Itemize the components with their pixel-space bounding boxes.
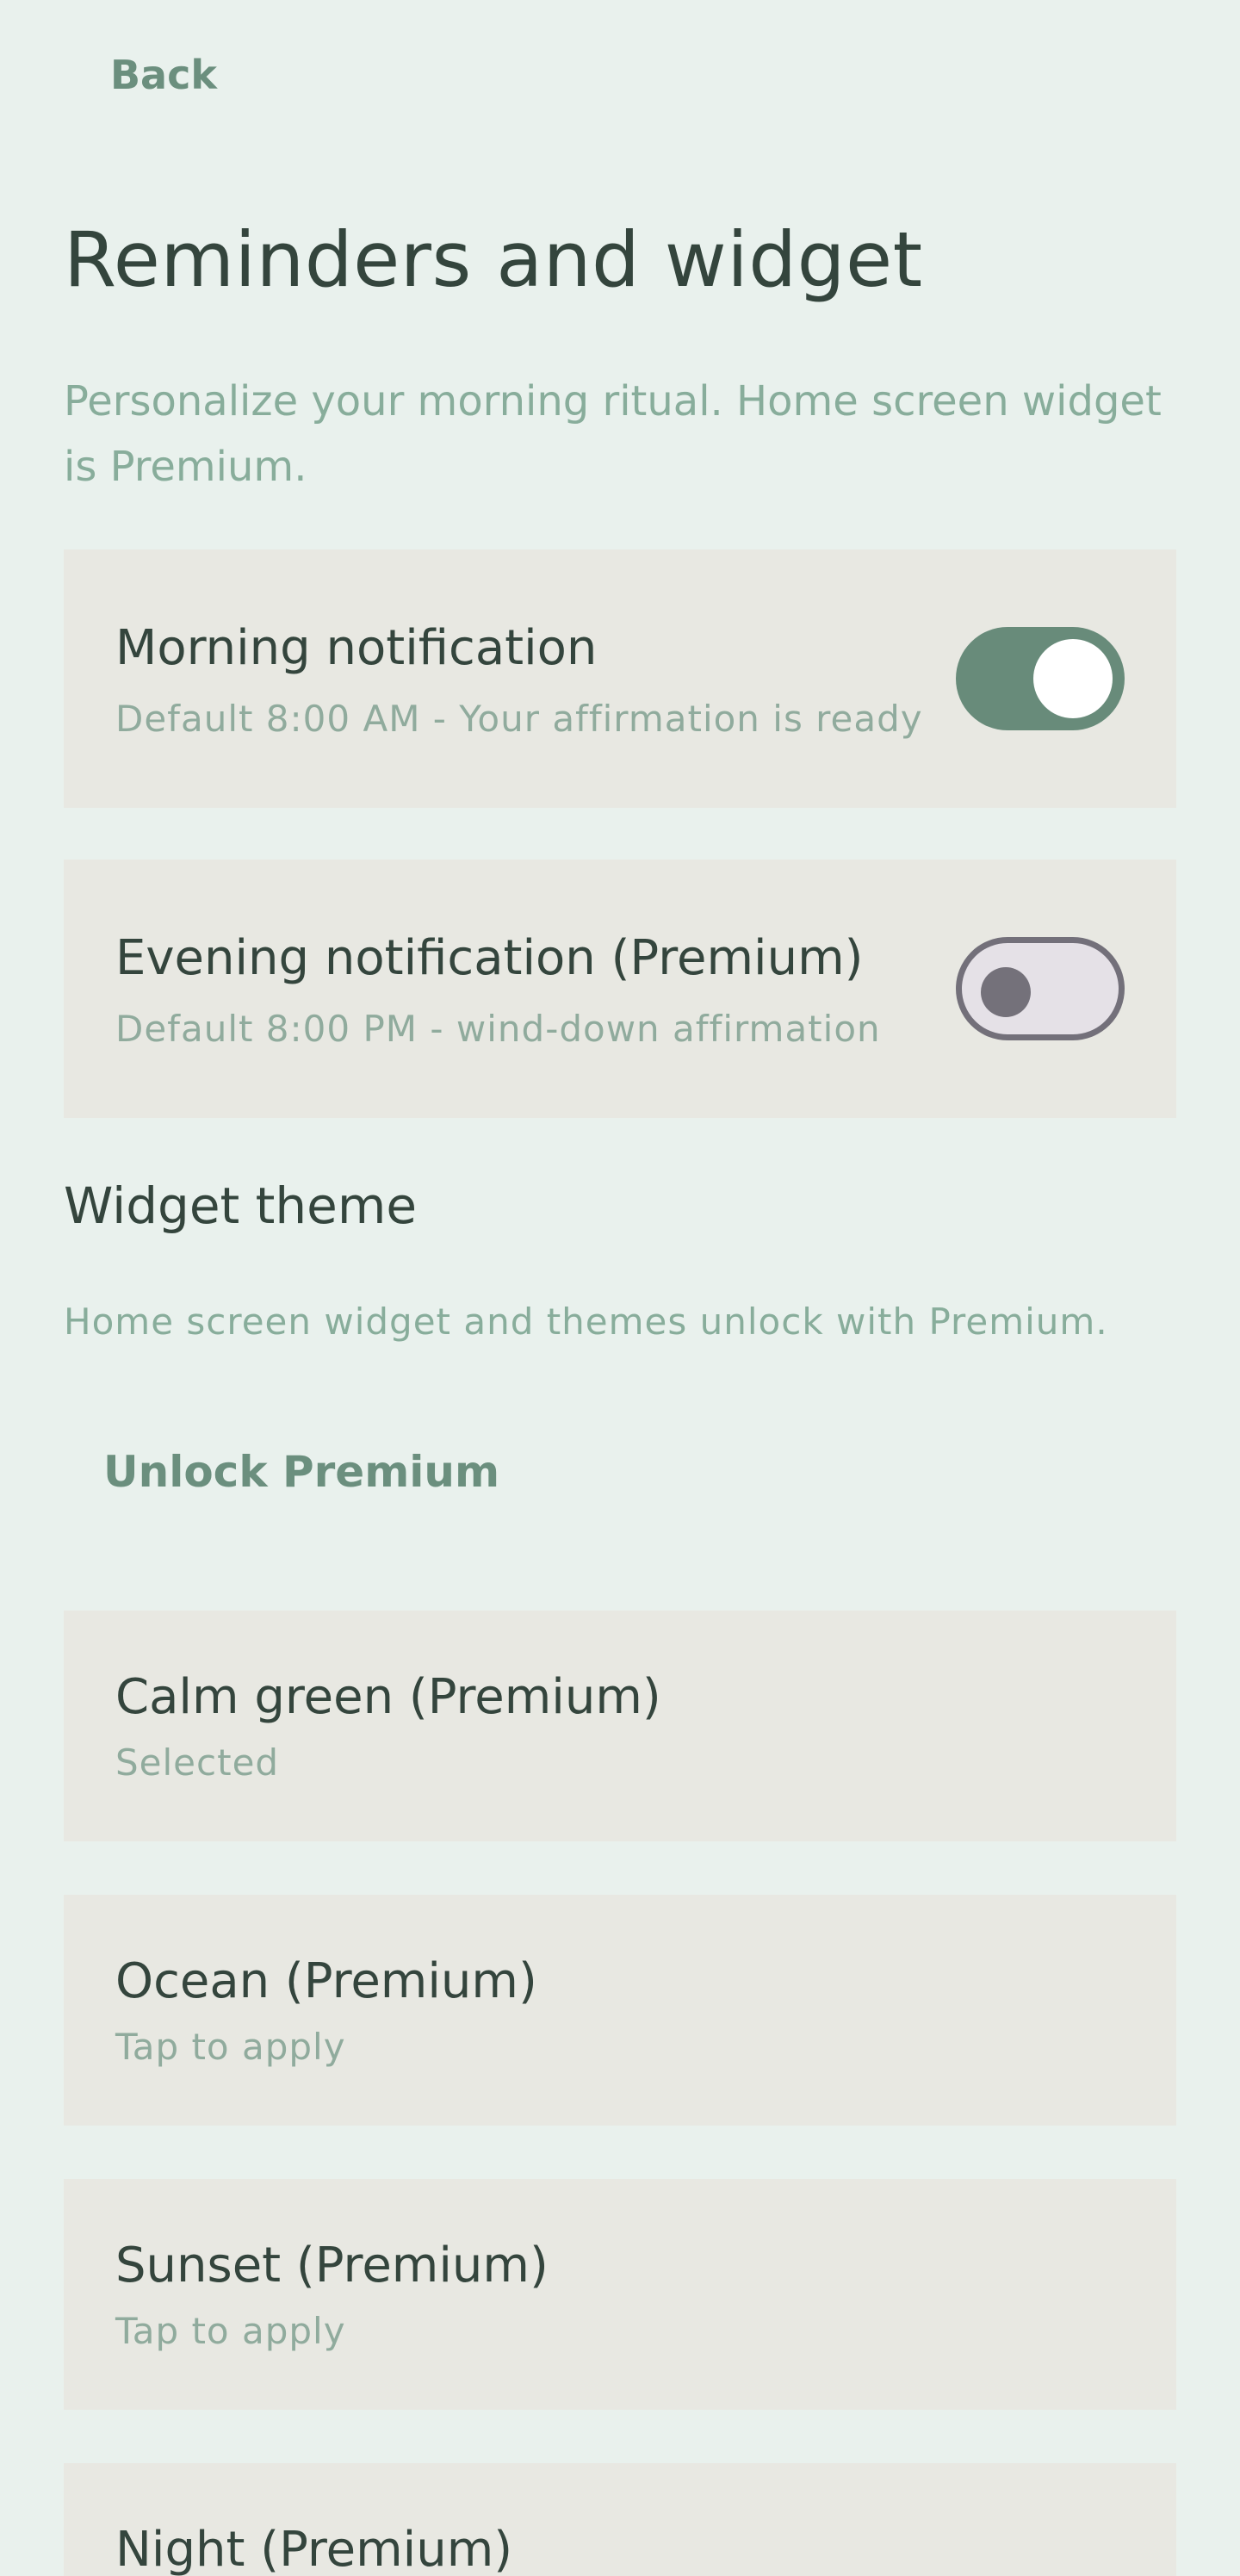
widget-theme-note: Home screen widget and themes unlock wit… xyxy=(64,1300,1108,1343)
morning-notification-subtitle: Default 8:00 AM - Your affirmation is re… xyxy=(115,698,923,740)
morning-notification-toggle[interactable] xyxy=(956,627,1125,730)
back-button[interactable]: Back xyxy=(110,52,217,98)
evening-notification-toggle[interactable] xyxy=(956,937,1125,1040)
toggle-knob xyxy=(981,967,1031,1017)
theme-status: Tap to apply xyxy=(115,2310,346,2352)
evening-notification-subtitle: Default 8:00 PM - wind-down affirmation xyxy=(115,1008,881,1050)
evening-notification-title: Evening notification (Premium) xyxy=(115,930,864,986)
widget-theme-heading: Widget theme xyxy=(64,1176,418,1235)
page-title: Reminders and widget xyxy=(64,215,923,304)
theme-title: Sunset (Premium) xyxy=(115,2238,549,2294)
theme-card-ocean[interactable]: Ocean (Premium) Tap to apply xyxy=(64,1895,1176,2126)
morning-notification-title: Morning notification xyxy=(115,620,598,676)
theme-title: Ocean (Premium) xyxy=(115,1953,537,2009)
theme-card-night[interactable]: Night (Premium) xyxy=(64,2463,1176,2576)
theme-card-sunset[interactable]: Sunset (Premium) Tap to apply xyxy=(64,2179,1176,2410)
toggle-knob xyxy=(1033,639,1113,718)
page-subtitle: Personalize your morning ritual. Home sc… xyxy=(64,377,1162,491)
morning-notification-card[interactable]: Morning notification Default 8:00 AM - Y… xyxy=(64,549,1176,808)
evening-notification-card[interactable]: Evening notification (Premium) Default 8… xyxy=(64,860,1176,1118)
theme-title: Night (Premium) xyxy=(115,2522,513,2576)
theme-card-calm-green[interactable]: Calm green (Premium) Selected xyxy=(64,1611,1176,1841)
unlock-premium-button[interactable]: Unlock Premium xyxy=(103,1447,499,1497)
theme-status: Tap to apply xyxy=(115,2026,346,2068)
theme-status: Selected xyxy=(115,1741,280,1784)
reminders-screen: Back Reminders and widget Personalize yo… xyxy=(0,0,1240,2576)
theme-title: Calm green (Premium) xyxy=(115,1669,661,1725)
